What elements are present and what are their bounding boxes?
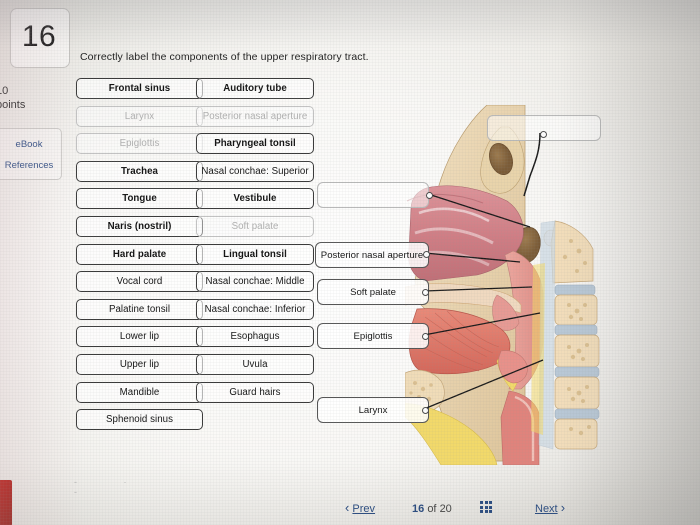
word-bank-chip-col1[interactable]: Mandible	[76, 381, 203, 403]
word-bank-chip-col1[interactable]: Sphenoid sinus	[76, 409, 203, 431]
connector-dot-upper-left	[426, 192, 433, 199]
word-bank-chip-col2: Soft palate	[196, 216, 314, 237]
next-button[interactable]: Next ›	[535, 500, 565, 515]
word-bank-chip-col1[interactable]: Upper lip	[76, 354, 203, 375]
faint-artifact-marks: - · -	[74, 477, 149, 497]
prev-label: Prev	[352, 503, 376, 515]
word-bank-chip-col2[interactable]: Nasal conchae: Superior	[196, 160, 314, 182]
word-bank-chip-col1: Epiglottis	[76, 133, 203, 155]
next-label: Next	[535, 503, 558, 515]
answer-box-larynx[interactable]: Larynx	[317, 397, 429, 423]
word-bank-chip-col1[interactable]: Lower lip	[76, 326, 203, 348]
grid-icon	[480, 501, 492, 513]
points-info: 10 points	[0, 84, 66, 112]
connector-dot-larynx	[422, 407, 429, 414]
word-bank-chip-col1[interactable]: Vocal cord	[76, 271, 203, 293]
word-bank-chip-col2[interactable]: Uvula	[196, 354, 314, 375]
connector-dot-soft-palate	[422, 289, 429, 296]
points-label: points	[0, 99, 26, 111]
answer-box-epiglottis[interactable]: Epiglottis	[317, 323, 429, 349]
word-bank-chip-col2[interactable]: Nasal conchae: Inferior	[196, 298, 314, 320]
word-bank-chip-col2[interactable]: Vestibule	[196, 188, 314, 210]
retropharyngeal-fat	[531, 263, 545, 435]
word-bank-chip-col1[interactable]: Palatine tonsil	[76, 298, 203, 320]
question-number: 16	[21, 20, 57, 53]
points-value: 10	[0, 85, 9, 97]
word-bank-chip-col2[interactable]: Auditory tube	[196, 78, 314, 99]
word-bank-chip-col2[interactable]: Lingual tonsil	[196, 243, 314, 265]
word-bank-chip-col1[interactable]: Naris (nostril)	[76, 216, 203, 237]
word-bank-chip-col1[interactable]: Frontal sinus	[76, 78, 203, 99]
next-chevron-icon: ›	[560, 500, 566, 515]
grid-view-button[interactable]	[480, 501, 492, 513]
connector-dot-epiglottis	[422, 333, 429, 340]
cervical-vertebrae	[550, 220, 600, 450]
references-link[interactable]: References	[0, 160, 62, 171]
red-accent-tab	[0, 480, 12, 525]
ebook-link[interactable]: eBook	[0, 139, 62, 150]
word-bank-chip-col2[interactable]: Pharyngeal tonsil	[196, 133, 314, 155]
anatomy-figure	[405, 105, 655, 465]
quiz-screen: 16 10 points eBook References Correctly …	[0, 0, 700, 525]
page-indicator: 16 of 20	[412, 503, 452, 515]
answer-box-upper-left[interactable]	[317, 182, 429, 208]
word-bank-chip-col2: Posterior nasal aperture	[196, 105, 314, 127]
resources-panel	[0, 128, 62, 180]
connector-dot-posterior-nasal-aperture	[423, 251, 430, 258]
word-bank-chip-col1[interactable]: Trachea	[76, 160, 203, 182]
prev-chevron-icon: ‹	[345, 500, 350, 515]
question-prompt: Correctly label the components of the up…	[80, 51, 369, 63]
word-bank-chip-col2[interactable]: Guard hairs	[196, 381, 314, 403]
word-bank-chip-col2[interactable]: Nasal conchae: Middle	[196, 271, 314, 293]
connector-dot-top-right	[540, 131, 547, 138]
total-pages: 20	[439, 503, 452, 515]
word-bank-chip-col1[interactable]: Hard palate	[76, 243, 203, 265]
word-bank-chip-col2[interactable]: Esophagus	[196, 326, 314, 348]
prev-button[interactable]: ‹ Prev	[345, 500, 375, 515]
word-bank-chip-col1[interactable]: Tongue	[76, 188, 203, 210]
of-label: of	[427, 503, 437, 515]
answer-box-posterior-nasal-aperture[interactable]: Posterior nasal aperture	[315, 242, 429, 268]
word-bank-chip-col1: Larynx	[76, 105, 203, 127]
current-page: 16	[412, 503, 425, 515]
answer-box-soft-palate[interactable]: Soft palate	[317, 279, 429, 305]
